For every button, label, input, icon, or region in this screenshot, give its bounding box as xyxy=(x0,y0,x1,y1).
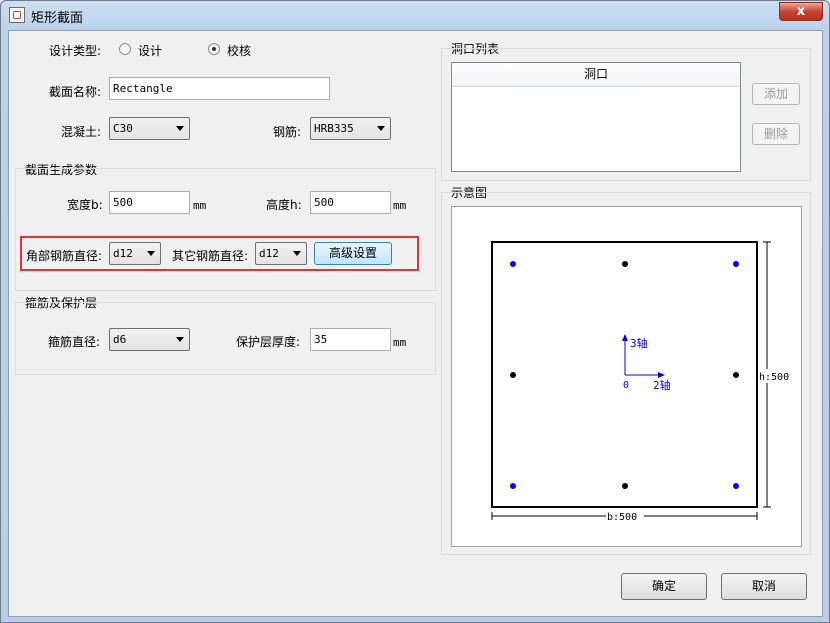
cover-label: 保护层厚度: xyxy=(236,335,301,349)
radio-check[interactable] xyxy=(208,43,220,55)
corner-rebar-dot xyxy=(733,483,739,489)
section-name-label: 截面名称: xyxy=(49,85,102,99)
window-title: 矩形截面 xyxy=(31,11,84,26)
cover-unit: mm xyxy=(393,336,407,349)
origin-label: 0 xyxy=(623,380,629,391)
chevron-down-icon xyxy=(377,126,385,131)
delete-opening-button[interactable]: 删除 xyxy=(752,123,800,145)
title-bar[interactable]: 矩形截面 x xyxy=(1,1,829,29)
cover-input[interactable]: 35 xyxy=(310,328,391,351)
rebar-value: HRB335 xyxy=(314,122,354,135)
height-input[interactable]: 500 xyxy=(310,191,391,214)
stirrup-diameter-select[interactable]: d6 xyxy=(109,328,190,351)
add-opening-button[interactable]: 添加 xyxy=(752,83,800,105)
stirrup-diameter-label: 箍筋直径: xyxy=(48,335,101,349)
concrete-label: 混凝土: xyxy=(61,125,102,139)
chevron-down-icon xyxy=(176,337,184,342)
other-rebar-select[interactable]: d12 xyxy=(255,242,307,265)
design-type-label: 设计类型: xyxy=(49,44,102,58)
axis-3-label: 3轴 xyxy=(630,336,648,350)
cancel-button[interactable]: 取消 xyxy=(721,573,807,600)
rebar-dot xyxy=(510,372,516,378)
radio-check-label[interactable]: 校核 xyxy=(227,42,251,59)
ok-button[interactable]: 确定 xyxy=(621,573,707,600)
corner-rebar-dot xyxy=(510,261,516,267)
corner-rebar-select[interactable]: d12 xyxy=(109,242,161,265)
rebar-dot xyxy=(622,261,628,267)
corner-rebar-dot xyxy=(510,483,516,489)
axis-3-arrow-icon xyxy=(622,334,628,341)
section-diagram-svg: 3轴 2轴 0 h:500 b:500 xyxy=(491,241,798,523)
other-rebar-value: d12 xyxy=(259,247,279,260)
corner-rebar-value: d12 xyxy=(113,247,133,260)
height-unit: mm xyxy=(393,199,407,212)
other-rebar-label: 其它钢筋直径: xyxy=(172,249,249,263)
advanced-settings-button[interactable]: 高级设置 xyxy=(314,242,392,265)
width-unit: mm xyxy=(193,199,207,212)
corner-rebar-dot xyxy=(733,261,739,267)
close-button[interactable]: x xyxy=(779,2,823,21)
dialog-client: 设计类型: 设计 校核 截面名称: Rectangle 混凝土: C30 钢筋:… xyxy=(8,30,823,617)
concrete-value: C30 xyxy=(113,122,133,135)
rebar-label: 钢筋: xyxy=(273,125,302,139)
chevron-down-icon xyxy=(293,251,301,256)
axis-2-label: 2轴 xyxy=(653,378,671,392)
radio-design[interactable] xyxy=(119,43,131,55)
section-diagram: 3轴 2轴 0 h:500 b:500 xyxy=(451,206,802,547)
chevron-down-icon xyxy=(176,126,184,131)
rebar-dot xyxy=(622,483,628,489)
concrete-select[interactable]: C30 xyxy=(109,117,190,140)
section-name-input[interactable]: Rectangle xyxy=(109,77,330,100)
radio-design-label[interactable]: 设计 xyxy=(138,42,162,59)
height-label: 高度h: xyxy=(266,198,302,212)
openings-list[interactable]: 洞口 xyxy=(451,62,741,172)
width-input[interactable]: 500 xyxy=(109,191,190,214)
rebar-select[interactable]: HRB335 xyxy=(310,117,391,140)
rectangle-section-icon xyxy=(9,7,25,23)
h-dimension-label: h:500 xyxy=(759,372,789,383)
stirrup-diameter-value: d6 xyxy=(113,333,127,346)
b-dimension-label: b:500 xyxy=(607,512,637,523)
rebar-dot xyxy=(733,372,739,378)
gen-params-group xyxy=(15,168,436,291)
openings-column-header[interactable]: 洞口 xyxy=(452,63,740,87)
axis-2-arrow-icon xyxy=(658,372,665,378)
corner-rebar-label: 角部钢筋直径: xyxy=(26,249,103,263)
dialog-window: 矩形截面 x 设计类型: 设计 校核 截面名称: Rectangle 混凝土: … xyxy=(0,0,830,623)
chevron-down-icon xyxy=(147,251,155,256)
width-label: 宽度b: xyxy=(67,198,103,212)
